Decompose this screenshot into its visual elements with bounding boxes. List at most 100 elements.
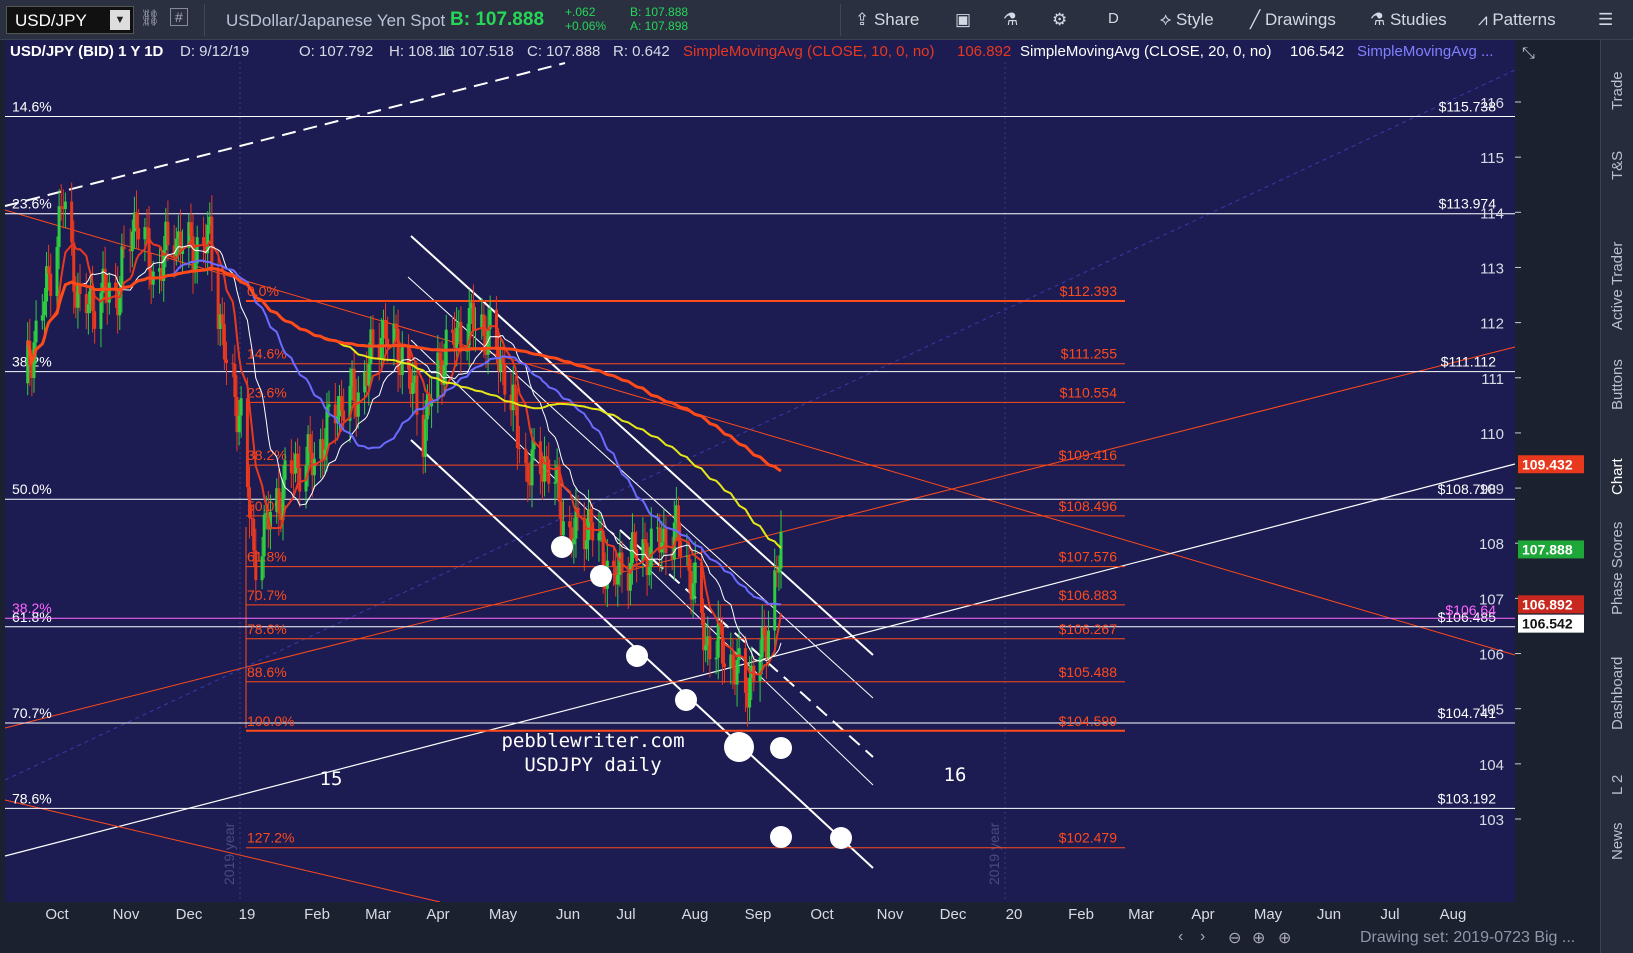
plot-area xyxy=(5,42,1515,902)
candle-body xyxy=(553,482,557,484)
candle-body xyxy=(34,320,38,343)
annotation-15: 15 xyxy=(320,768,343,790)
candle-body xyxy=(237,415,241,433)
x-tick-label: Feb xyxy=(304,906,330,923)
fib-label-red: 61.8% xyxy=(247,549,287,565)
candle-body xyxy=(766,630,770,658)
candle-body xyxy=(589,508,593,523)
side-tab-label: Active Trader xyxy=(1609,241,1626,330)
y-tick-label: 104 xyxy=(1479,757,1504,774)
x-tick-label: Jul xyxy=(1380,906,1399,923)
candle-body xyxy=(245,398,249,488)
side-tab-label: News xyxy=(1609,822,1626,860)
price-tag-label: 107.888 xyxy=(1522,541,1573,557)
candle-body xyxy=(252,518,256,551)
y-tick-label: 110 xyxy=(1480,426,1504,443)
screenshot-icon[interactable]: ▣ xyxy=(955,10,971,30)
studies-button[interactable]: ⚗ Studies xyxy=(1370,10,1447,30)
legend-sma10-value: 106.892 xyxy=(957,43,1011,60)
period-button[interactable]: D xyxy=(1108,10,1119,27)
candle-body xyxy=(482,314,486,336)
candle-body xyxy=(691,583,695,600)
price-chart[interactable]: 2019 year 2019 year 14.6% $115.73823.6% $11… xyxy=(0,40,1600,925)
fib-price-red: $105.488 xyxy=(1059,664,1118,680)
fib-label-left: 14.6% xyxy=(12,98,52,114)
chevron-right-icon[interactable]: › xyxy=(1200,928,1205,946)
x-tick-label: 19 xyxy=(239,906,256,923)
x-tick-label: Jun xyxy=(556,906,580,923)
candle-body xyxy=(647,566,651,576)
candle-body xyxy=(455,327,459,348)
toolbar-divider xyxy=(204,4,205,36)
x-tick-label: May xyxy=(489,906,518,923)
gear-icon[interactable]: ⚙ xyxy=(1052,10,1067,30)
candle-body xyxy=(687,555,691,571)
fib-price-red: $109.416 xyxy=(1059,447,1118,463)
candle-body xyxy=(63,201,67,210)
candle-body xyxy=(289,460,293,474)
change-block: +.062 +0.06% xyxy=(565,5,606,33)
fib-price-red: $108.496 xyxy=(1059,498,1118,514)
y-tick-label: 103 xyxy=(1479,812,1504,829)
legend-close: C: 107.888 xyxy=(527,43,600,60)
drawing-set-label[interactable]: Drawing set: 2019-0723 Big ... xyxy=(1360,929,1575,947)
watermark-caption: USDJPY daily xyxy=(524,754,661,776)
candle-body xyxy=(166,221,170,246)
bottom-bar: ‹ › ⊖ ⊕ ⊕ Drawing set: 2019-0723 Big ... xyxy=(0,925,1600,953)
candle-body xyxy=(530,449,534,486)
candle-body xyxy=(545,456,549,460)
candle-body xyxy=(394,323,398,329)
candle-body xyxy=(114,282,118,288)
y-tick-label: 108 xyxy=(1479,536,1504,553)
candle-body xyxy=(471,302,475,331)
y-tick-label: 112 xyxy=(1480,316,1504,333)
candle-body xyxy=(40,315,44,321)
fib-label-pink: 38.2% xyxy=(12,600,52,616)
chevron-down-icon[interactable]: ▼ xyxy=(110,10,130,30)
candle-body xyxy=(524,448,528,464)
candle-body xyxy=(423,419,427,457)
side-tab-label: Dashboard xyxy=(1609,656,1626,730)
candle-body xyxy=(70,201,74,243)
drawings-button[interactable]: ╱ Drawings xyxy=(1250,10,1336,30)
legend-title: USD/JPY (BID) 1 Y 1D xyxy=(10,43,164,60)
patterns-button[interactable]: ⩘ Patterns xyxy=(1478,10,1556,30)
candle-body xyxy=(503,364,507,395)
x-tick-label: Oct xyxy=(810,906,834,923)
zoom-in-icon[interactable]: ⊕ xyxy=(1278,928,1291,948)
candle-body xyxy=(239,398,243,416)
candle-body xyxy=(122,246,126,250)
candle-body xyxy=(411,382,415,394)
symbol-selector[interactable]: USD/JPY ▼ xyxy=(6,6,134,34)
chevron-left-icon[interactable]: ‹ xyxy=(1178,928,1183,946)
ask-small: A: 107.898 xyxy=(630,19,689,33)
candle-body xyxy=(773,570,777,631)
fib-label-red: 88.6% xyxy=(247,664,287,680)
fib-label-red: 23.6% xyxy=(247,384,287,400)
link-icon[interactable]: ⛓ xyxy=(140,8,160,28)
x-tick-label: Aug xyxy=(682,906,709,923)
collapse-icon[interactable]: ⤡ xyxy=(1522,45,1535,62)
share-button[interactable]: ⇪ Share xyxy=(855,10,919,30)
fib-price-red: $104.599 xyxy=(1059,713,1118,729)
style-button[interactable]: ⟡ Style xyxy=(1160,10,1214,30)
fib-price-red: $111.255 xyxy=(1061,346,1118,362)
candle-body xyxy=(547,459,551,484)
zoom-out-icon[interactable]: ⊖ xyxy=(1228,928,1241,948)
y-tick-label: 105 xyxy=(1479,702,1504,719)
candle-body xyxy=(384,320,388,339)
y-tick-label: 107 xyxy=(1479,591,1504,608)
symbol-description: USDollar/Japanese Yen Spot xyxy=(226,11,446,30)
flask-icon[interactable]: ⚗ xyxy=(1003,10,1018,30)
candle-body xyxy=(42,301,46,316)
candle-body xyxy=(693,562,697,584)
candle-body xyxy=(501,357,505,365)
menu-icon[interactable]: ☰ xyxy=(1598,10,1613,30)
y-tick-label: 109 xyxy=(1479,481,1504,498)
fib-price-red: $107.576 xyxy=(1059,549,1118,565)
marker-dot xyxy=(724,732,754,762)
hash-icon[interactable]: # xyxy=(170,8,188,26)
candle-body xyxy=(450,329,454,333)
marker-dot xyxy=(626,645,648,667)
crosshair-icon[interactable]: ⊕ xyxy=(1252,928,1265,948)
